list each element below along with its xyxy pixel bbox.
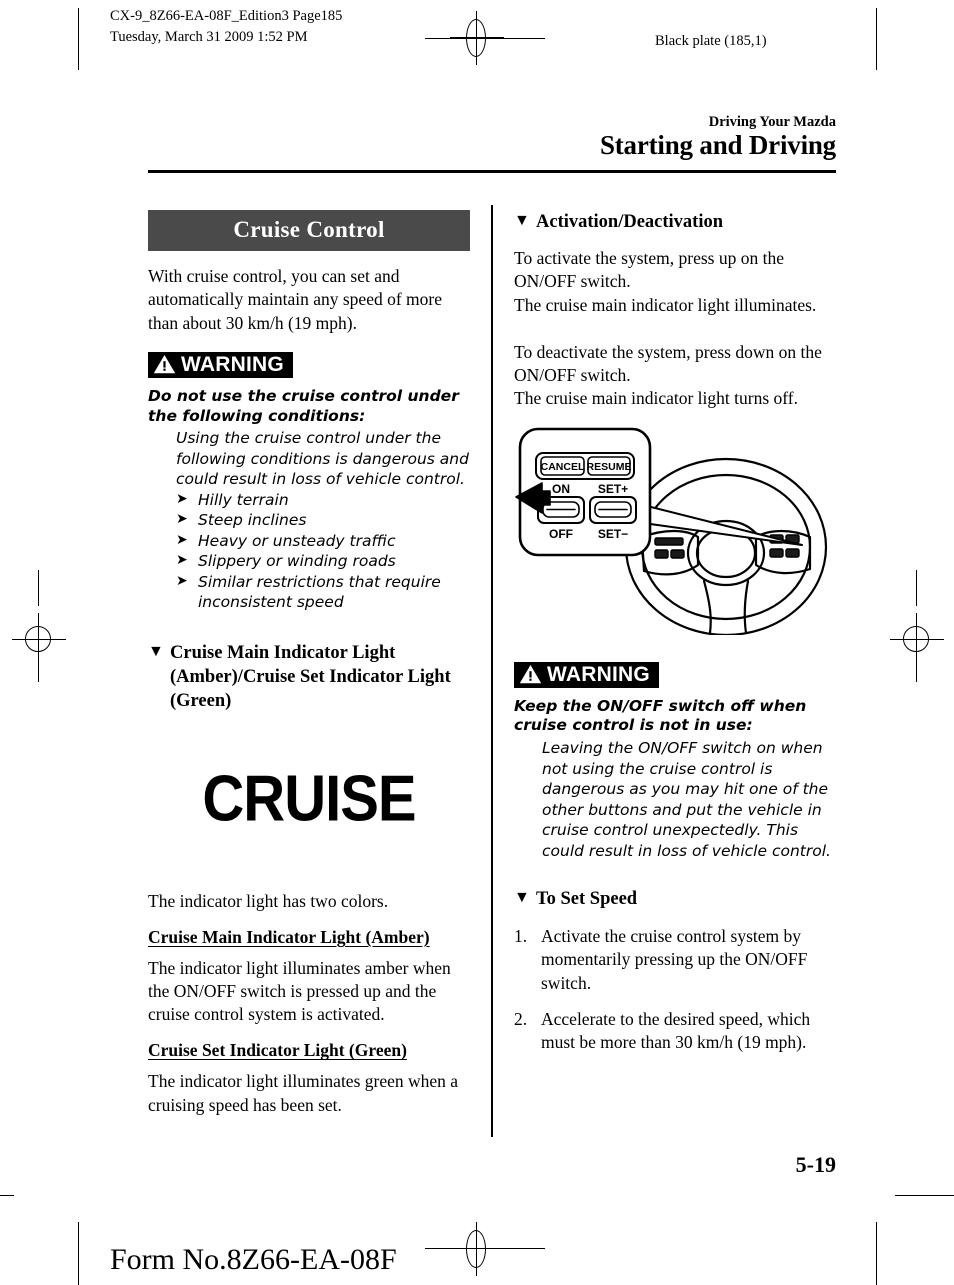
registration-mark-top bbox=[450, 11, 504, 65]
form-number: Form No.8Z66-EA-08F bbox=[110, 1243, 397, 1276]
activation-paragraph-1: To activate the system, press up on the … bbox=[514, 248, 817, 315]
step-number: 1. bbox=[514, 926, 528, 947]
subsection-heading-to-set-speed: ▼ To Set Speed bbox=[514, 889, 638, 910]
warning-lead-right: Keep the ON/OFF switch off when cruise c… bbox=[514, 696, 807, 735]
list-item: ➤ Hilly terrain bbox=[176, 490, 289, 509]
running-head-rule bbox=[148, 170, 836, 173]
steering-wheel-figure-svg: CANCEL RESUME ON OFF SET+ SET− bbox=[515, 427, 828, 636]
arrow-bullet-icon: ➤ bbox=[176, 490, 188, 507]
trim-rule-left-mid bbox=[38, 570, 39, 606]
warning-label-left: WARNING bbox=[181, 352, 284, 376]
trim-rule-right-mid2 bbox=[916, 646, 917, 682]
arrow-bullet-icon: ➤ bbox=[176, 511, 188, 528]
figure-label-off: OFF bbox=[549, 527, 573, 541]
trim-rule-right-edge bbox=[895, 1195, 954, 1196]
list-item: ➤ Slippery or winding roads bbox=[176, 552, 396, 571]
trim-rule-right-top bbox=[876, 8, 877, 70]
running-head-chapter: Driving Your Mazda bbox=[708, 114, 836, 130]
warning-body-left: Using the cruise control under the follo… bbox=[176, 429, 469, 489]
page-title: Starting and Driving bbox=[599, 130, 836, 160]
warning-triangle-icon bbox=[153, 355, 176, 374]
step-number: 2. bbox=[514, 1008, 528, 1029]
green-indicator-body: The indicator light illuminates green wh… bbox=[148, 1071, 459, 1115]
section-marker-triangle-icon: ▼ bbox=[514, 212, 530, 229]
arrow-bullet-icon: ➤ bbox=[176, 572, 188, 589]
figure-label-on: ON bbox=[552, 482, 570, 496]
section-title-band: Cruise Control bbox=[148, 210, 470, 251]
column-divider bbox=[491, 205, 493, 1137]
section-intro-text: With cruise control, you can set and aut… bbox=[148, 266, 442, 333]
manual-page: CX-9_8Z66-EA-08F_Edition3 Page185 Tuesda… bbox=[0, 0, 954, 1285]
list-item: 2. Accelerate to the desired speed, which… bbox=[514, 1008, 811, 1053]
list-item: ➤ Heavy or unsteady traffic bbox=[176, 531, 396, 550]
activation-paragraph-2: To deactivate the system, press down on … bbox=[514, 341, 822, 409]
cruise-indicator-art: CRUISE bbox=[202, 761, 416, 835]
black-plate-label: Black plate (185,1) bbox=[655, 33, 767, 49]
warning-lead-left: Do not use the cruise control under the … bbox=[148, 386, 459, 425]
arrow-bullet-icon: ➤ bbox=[176, 552, 188, 569]
warning-banner-right: WARNING bbox=[514, 661, 659, 688]
trim-rule-right-mid bbox=[916, 570, 917, 606]
amber-indicator-body: The indicator light illuminates amber wh… bbox=[148, 957, 451, 1025]
trim-rule-left-mid2 bbox=[38, 646, 39, 682]
prepress-slug: CX-9_8Z66-EA-08F_Edition3 Page185 Tuesda… bbox=[110, 8, 343, 45]
subsection-heading-activation: ▼ Activation/Deactivation bbox=[514, 212, 724, 232]
figure-label-cancel: CANCEL bbox=[541, 461, 585, 473]
section-marker-triangle-icon: ▼ bbox=[514, 889, 530, 907]
figure-label-set-minus: SET− bbox=[598, 527, 628, 541]
arrow-bullet-icon: ➤ bbox=[176, 531, 188, 548]
section-marker-triangle-icon: ▼ bbox=[148, 642, 164, 660]
trim-rule-left-top bbox=[78, 8, 79, 70]
trim-rule-right-bottom bbox=[876, 1222, 877, 1285]
indicator-two-colors-text: The indicator light has two colors. bbox=[148, 890, 389, 911]
figure-label-resume: RESUME bbox=[587, 461, 632, 473]
warning-condition-list: ➤ Hilly terrain ➤ Steep inclines ➤ Heavy or… bbox=[176, 490, 470, 613]
left-column: Cruise Control With cruise control, you … bbox=[148, 210, 470, 1130]
right-column: ▼ Activation/Deactivation To activate the… bbox=[514, 210, 836, 1067]
figure-label-set-plus: SET+ bbox=[598, 482, 628, 496]
green-indicator-heading: Cruise Set Indicator Light (Green) bbox=[148, 1040, 407, 1061]
trim-rule-left-edge bbox=[0, 1195, 14, 1196]
list-item: ➤ Similar restrictions that require incon… bbox=[176, 572, 441, 612]
steering-wheel-cruise-switches-figure: CANCEL RESUME ON OFF SET+ SET− bbox=[514, 425, 836, 640]
list-item: 1. Activate the cruise control system by … bbox=[514, 926, 808, 993]
set-speed-steps: 1. Activate the cruise control system by … bbox=[514, 925, 836, 1054]
registration-mark-bottom bbox=[450, 1222, 504, 1276]
warning-label-right: WARNING bbox=[547, 662, 650, 686]
trim-rule-left-bottom bbox=[78, 1222, 79, 1285]
warning-banner-left: WARNING bbox=[148, 351, 293, 378]
subsection-heading-indicator-light: ▼ Cruise Main Indicator Light (Amber)/Cru… bbox=[148, 642, 451, 711]
warning-body-right: Leaving the ON/OFF switch on when not us… bbox=[542, 739, 831, 860]
amber-indicator-heading: Cruise Main Indicator Light (Amber) bbox=[148, 926, 430, 947]
warning-triangle-icon bbox=[519, 665, 542, 684]
registration-mark-left bbox=[12, 613, 66, 667]
registration-mark-right bbox=[890, 613, 944, 667]
page-folio: 5-19 bbox=[795, 1152, 836, 1177]
list-item: ➤ Steep inclines bbox=[176, 511, 307, 530]
